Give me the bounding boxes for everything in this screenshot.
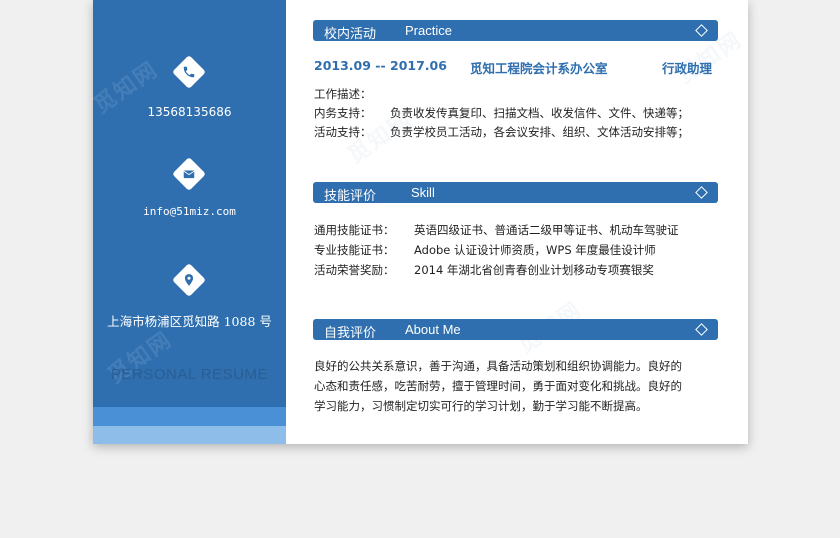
diamond-icon: [695, 323, 708, 336]
phone-number: 13568135686: [147, 105, 232, 119]
email-address: info@51miz.com: [143, 205, 236, 218]
skill-item-label: 通用技能证书：: [314, 223, 395, 237]
section-header-about: 自我评价 About Me: [313, 319, 718, 341]
address: 上海市杨浦区觅知路 1088 号: [107, 314, 272, 329]
experience-org: 觅知工程院会计系办公室: [470, 61, 608, 76]
work-description-title: 工作描述：: [314, 87, 372, 101]
about-line: 学习能力，习惯制定切实可行的学习计划，勤于学习能不断提高。: [314, 399, 648, 413]
practice-item-label: 内务支持：: [314, 106, 372, 120]
section-title-en: About Me: [405, 322, 461, 337]
phone-icon: [172, 55, 206, 89]
skill-item-label: 活动荣誉奖励：: [314, 263, 395, 277]
section-title-cn: 校内活动: [324, 27, 377, 42]
location-icon: [172, 263, 206, 297]
skill-item-label: 专业技能证书：: [314, 243, 395, 257]
practice-item-label: 活动支持：: [314, 125, 372, 139]
section-title-cn: 自我评价: [324, 326, 377, 341]
experience-period: 2013.09 -- 2017.06: [314, 58, 447, 73]
section-title-cn: 技能评价: [324, 189, 377, 204]
skill-item-text: Adobe 认证设计师资质，WPS 年度最佳设计师: [414, 243, 656, 257]
footer-band-light: [93, 426, 286, 444]
section-header-skill: 技能评价 Skill: [313, 182, 718, 204]
skill-item-text: 2014 年湖北省创青春创业计划移动专项赛银奖: [414, 263, 654, 277]
practice-item-text: 负责学校员工活动，各会议安排、组织、文体活动安排等；: [390, 125, 689, 139]
practice-item-text: 负责收发传真复印、扫描文档、收发信件、文件、快递等；: [390, 106, 689, 120]
footer-band: [93, 407, 286, 426]
diamond-icon: [695, 24, 708, 37]
about-line: 良好的公共关系意识，善于沟通，具备活动策划和组织协调能力。良好的: [314, 359, 682, 373]
mail-icon: [172, 157, 206, 191]
diamond-icon: [695, 186, 708, 199]
about-line: 心态和责任感，吃苦耐劳，擅于管理时间，勇于面对变化和挑战。良好的: [314, 379, 682, 393]
experience-role: 行政助理: [662, 61, 713, 76]
section-header-practice: 校内活动 Practice: [313, 20, 718, 42]
skill-item-text: 英语四级证书、普通话二级甲等证书、机动车驾驶证: [414, 223, 679, 237]
personal-resume-label: PERSONAL RESUME: [111, 366, 268, 383]
section-title-en: Practice: [405, 23, 452, 38]
section-title-en: Skill: [411, 185, 435, 200]
sidebar: 觅知网 觅知网 13568135686 info@51miz.com 上海市杨浦…: [93, 0, 286, 444]
resume-page: 觅知网 觅知网 13568135686 info@51miz.com 上海市杨浦…: [93, 0, 748, 444]
